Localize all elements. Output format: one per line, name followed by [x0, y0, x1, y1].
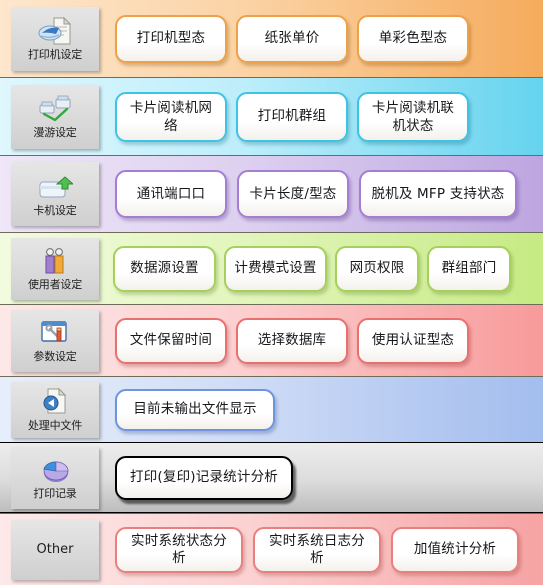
card-upload-icon — [37, 171, 73, 203]
sidebar-item-label: 漫游设定 — [33, 126, 77, 139]
row-processing-documents: 处理中文件 目前未输出文件显示 — [0, 376, 543, 442]
button-offline-mfp-support-status[interactable]: 脱机及 MFP 支持状态 — [359, 170, 517, 218]
button-card-reader-network[interactable]: 卡片阅读机网络 — [115, 91, 227, 142]
button-card-reader-online-status[interactable]: 卡片阅读机联机状态 — [357, 91, 469, 142]
tools-window-icon — [37, 317, 73, 349]
sidebar-item-label: 参数设定 — [33, 350, 77, 363]
button-group-roaming-settings: 卡片阅读机网络 打印机群组 卡片阅读机联机状态 — [99, 91, 543, 142]
roaming-printer-icon — [37, 93, 73, 125]
button-group-printer-settings: 打印机型态 纸张单价 单彩色型态 — [99, 14, 543, 63]
users-icon — [37, 245, 73, 277]
button-file-retention-time[interactable]: 文件保留时间 — [115, 317, 227, 364]
button-group-department[interactable]: 群组部门 — [427, 245, 511, 292]
settings-menu-panel: 打印机设定 打印机型态 纸张单价 单彩色型态 漫游设定 卡片阅读机网络 打印机群… — [0, 0, 543, 586]
row-card-machine-settings: 卡机设定 通讯端口口 卡片长度/型态 脱机及 MFP 支持状态 — [0, 155, 543, 232]
row-roaming-settings: 漫游设定 卡片阅读机网络 打印机群组 卡片阅读机联机状态 — [0, 77, 543, 155]
sidebar-item-label: Other — [36, 541, 74, 557]
sidebar-item-other[interactable]: Other — [11, 519, 99, 580]
pie-chart-icon — [37, 454, 73, 486]
button-web-permissions[interactable]: 网页权限 — [335, 245, 419, 292]
button-group-card-machine-settings: 通讯端口口 卡片长度/型态 脱机及 MFP 支持状态 — [99, 170, 543, 218]
sidebar-item-label: 打印机设定 — [28, 48, 82, 61]
button-group-print-records: 打印(复印)记录统计分析 — [99, 455, 543, 500]
button-mono-color-type[interactable]: 单彩色型态 — [357, 14, 469, 63]
sidebar-item-label: 卡机设定 — [33, 203, 77, 217]
button-paper-unit-price[interactable]: 纸张单价 — [236, 14, 348, 63]
button-authentication-type[interactable]: 使用认证型态 — [357, 317, 469, 364]
row-other: Other 实时系统状态分析 实时系统日志分析 加值统计分析 — [0, 513, 543, 585]
button-realtime-system-log-analysis[interactable]: 实时系统日志分析 — [253, 526, 381, 573]
button-value-added-statistics-analysis[interactable]: 加值统计分析 — [391, 526, 519, 573]
sidebar-item-card-machine-settings[interactable]: 卡机设定 — [11, 162, 99, 226]
button-group-parameter-settings: 文件保留时间 选择数据库 使用认证型态 — [99, 317, 543, 364]
button-select-database[interactable]: 选择数据库 — [236, 317, 348, 364]
sidebar-item-processing-documents[interactable]: 处理中文件 — [11, 381, 99, 438]
button-data-source-settings[interactable]: 数据源设置 — [113, 245, 216, 292]
row-user-settings: 使用者设定 数据源设置 计费模式设置 网页权限 群组部门 — [0, 232, 543, 304]
button-printer-group[interactable]: 打印机群组 — [236, 91, 348, 142]
sidebar-item-label: 使用者设定 — [28, 278, 82, 291]
button-billing-mode-settings[interactable]: 计费模式设置 — [224, 245, 327, 292]
button-unprinted-documents-display[interactable]: 目前未输出文件显示 — [115, 388, 275, 431]
sidebar-item-roaming-settings[interactable]: 漫游设定 — [11, 84, 99, 149]
sidebar-item-printer-settings[interactable]: 打印机设定 — [11, 6, 99, 71]
button-card-length-type[interactable]: 卡片长度/型态 — [237, 170, 349, 218]
processing-file-icon — [37, 386, 73, 418]
sidebar-item-parameter-settings[interactable]: 参数设定 — [11, 309, 99, 372]
sidebar-item-user-settings[interactable]: 使用者设定 — [11, 237, 99, 300]
printer-document-icon — [37, 15, 73, 47]
button-realtime-system-status-analysis[interactable]: 实时系统状态分析 — [115, 526, 243, 573]
row-printer-settings: 打印机设定 打印机型态 纸张单价 单彩色型态 — [0, 0, 543, 77]
row-print-records: 打印记录 打印(复印)记录统计分析 — [0, 442, 543, 513]
sidebar-item-label: 处理中文件 — [28, 419, 82, 432]
button-print-copy-record-statistics[interactable]: 打印(复印)记录统计分析 — [115, 455, 293, 500]
row-parameter-settings: 参数设定 文件保留时间 选择数据库 使用认证型态 — [0, 304, 543, 376]
button-group-processing-documents: 目前未输出文件显示 — [99, 388, 543, 431]
sidebar-item-print-records[interactable]: 打印记录 — [11, 446, 99, 509]
button-printer-type[interactable]: 打印机型态 — [115, 14, 227, 63]
button-group-other: 实时系统状态分析 实时系统日志分析 加值统计分析 — [99, 526, 543, 573]
button-comm-port[interactable]: 通讯端口口 — [115, 170, 227, 218]
button-group-user-settings: 数据源设置 计费模式设置 网页权限 群组部门 — [99, 245, 543, 292]
sidebar-item-label: 打印记录 — [33, 487, 77, 500]
